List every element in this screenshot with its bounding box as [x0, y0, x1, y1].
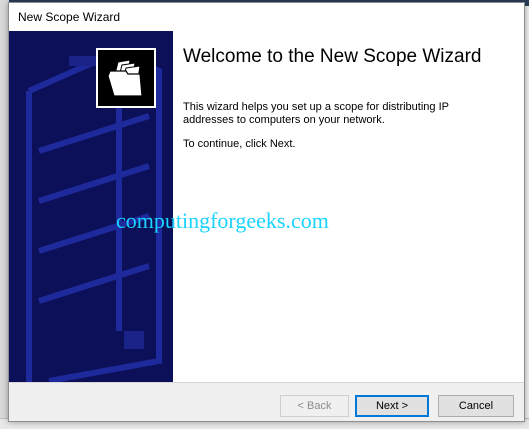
- continue-instruction: To continue, click Next.: [183, 138, 296, 150]
- next-button[interactable]: Next >: [355, 395, 429, 417]
- wizard-banner: [9, 31, 173, 382]
- button-bar: < Back Next > Cancel: [9, 382, 524, 421]
- back-button[interactable]: < Back: [280, 395, 349, 417]
- watermark-text: computingforgeeks.com: [116, 208, 329, 233]
- window-title: New Scope Wizard: [18, 10, 121, 24]
- new-scope-wizard-dialog: New Scope Wizard Welcome to the New Scop…: [8, 2, 525, 422]
- wizard-content: Welcome to the New Scope Wizard This wiz…: [173, 31, 524, 382]
- cancel-button[interactable]: Cancel: [438, 395, 514, 417]
- title-bar[interactable]: New Scope Wizard: [9, 3, 524, 31]
- wizard-description: This wizard helps you set up a scope for…: [183, 101, 449, 126]
- folder-icon-frame: [96, 48, 156, 108]
- page-title: Welcome to the New Scope Wizard: [183, 46, 482, 67]
- folder-icon: [107, 59, 143, 97]
